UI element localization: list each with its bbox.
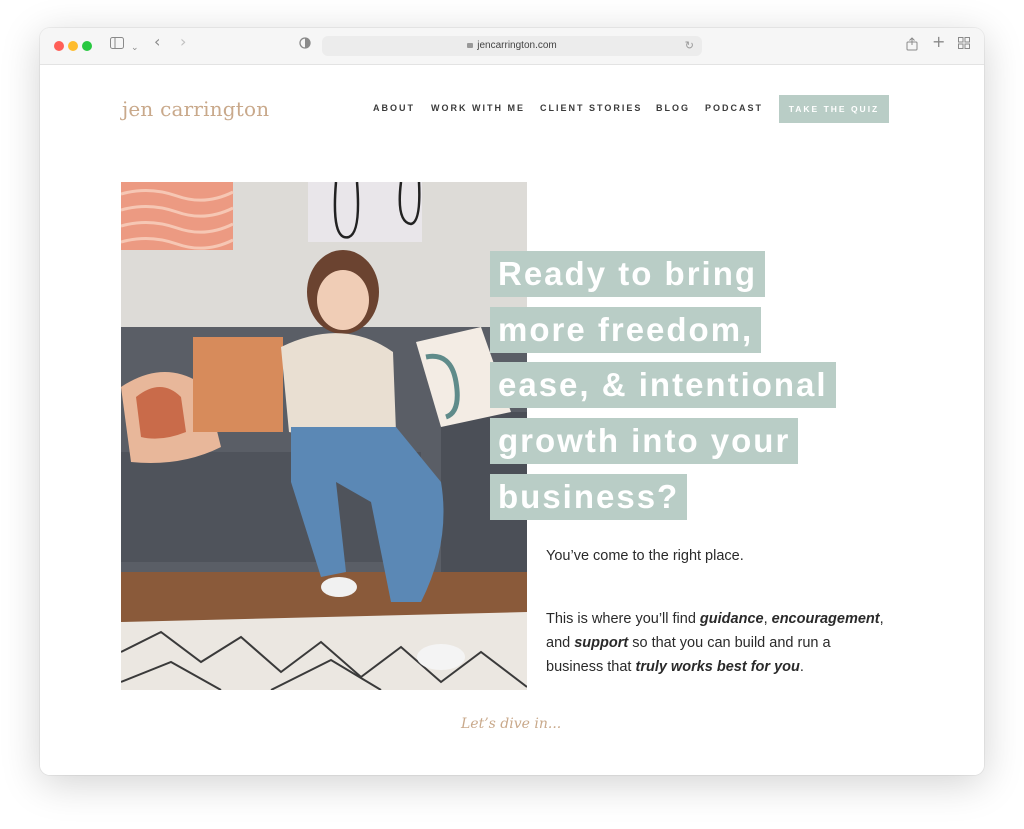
close-window-button[interactable] (54, 41, 64, 51)
lock-icon (467, 43, 474, 48)
tab-overview-icon[interactable] (958, 37, 970, 54)
back-icon[interactable]: ‹ (154, 34, 160, 50)
url-text: jencarrington.com (477, 40, 557, 51)
browser-toolbar: ⌄ ‹ › jencarrington.com ↻ + (40, 28, 984, 65)
nav-podcast[interactable]: PODCAST (705, 103, 763, 113)
headline-line: Ready to bring (490, 251, 766, 297)
zoom-window-button[interactable] (82, 41, 92, 51)
address-bar[interactable]: jencarrington.com ↻ (322, 36, 702, 56)
share-icon[interactable] (906, 37, 918, 56)
minimize-window-button[interactable] (68, 41, 78, 51)
intro-paragraph: This is where you’ll find guidance, enco… (546, 611, 884, 675)
privacy-shield-icon[interactable] (299, 37, 311, 54)
forward-icon[interactable]: › (180, 34, 186, 50)
nav-blog[interactable]: BLOG (656, 103, 690, 113)
dive-in-link[interactable]: Let’s dive in... (461, 716, 561, 732)
site-logo[interactable]: jen carrington (122, 97, 269, 121)
nav-work-with-me[interactable]: WORK WITH ME (431, 103, 525, 113)
sidebar-icon[interactable] (110, 37, 124, 54)
hero-photo (121, 182, 527, 690)
chevron-down-icon[interactable]: ⌄ (131, 40, 139, 56)
headline-line: growth into your (490, 418, 799, 464)
nav-about[interactable]: ABOUT (373, 103, 415, 113)
new-tab-icon[interactable]: + (932, 34, 945, 50)
intro-text: You’ve come to the right place. (546, 548, 744, 564)
headline-line: more freedom, (490, 307, 762, 353)
take-quiz-button[interactable]: TAKE THE QUIZ (779, 95, 889, 123)
headline-line: ease, & intentional (490, 362, 836, 408)
browser-window: ⌄ ‹ › jencarrington.com ↻ + jen carringt… (40, 28, 984, 775)
nav-client-stories[interactable]: CLIENT STORIES (540, 103, 642, 113)
reload-icon[interactable]: ↻ (685, 36, 694, 56)
headline-line: business? (490, 474, 688, 520)
web-page: jen carrington ABOUT WORK WITH ME CLIENT… (40, 65, 984, 775)
